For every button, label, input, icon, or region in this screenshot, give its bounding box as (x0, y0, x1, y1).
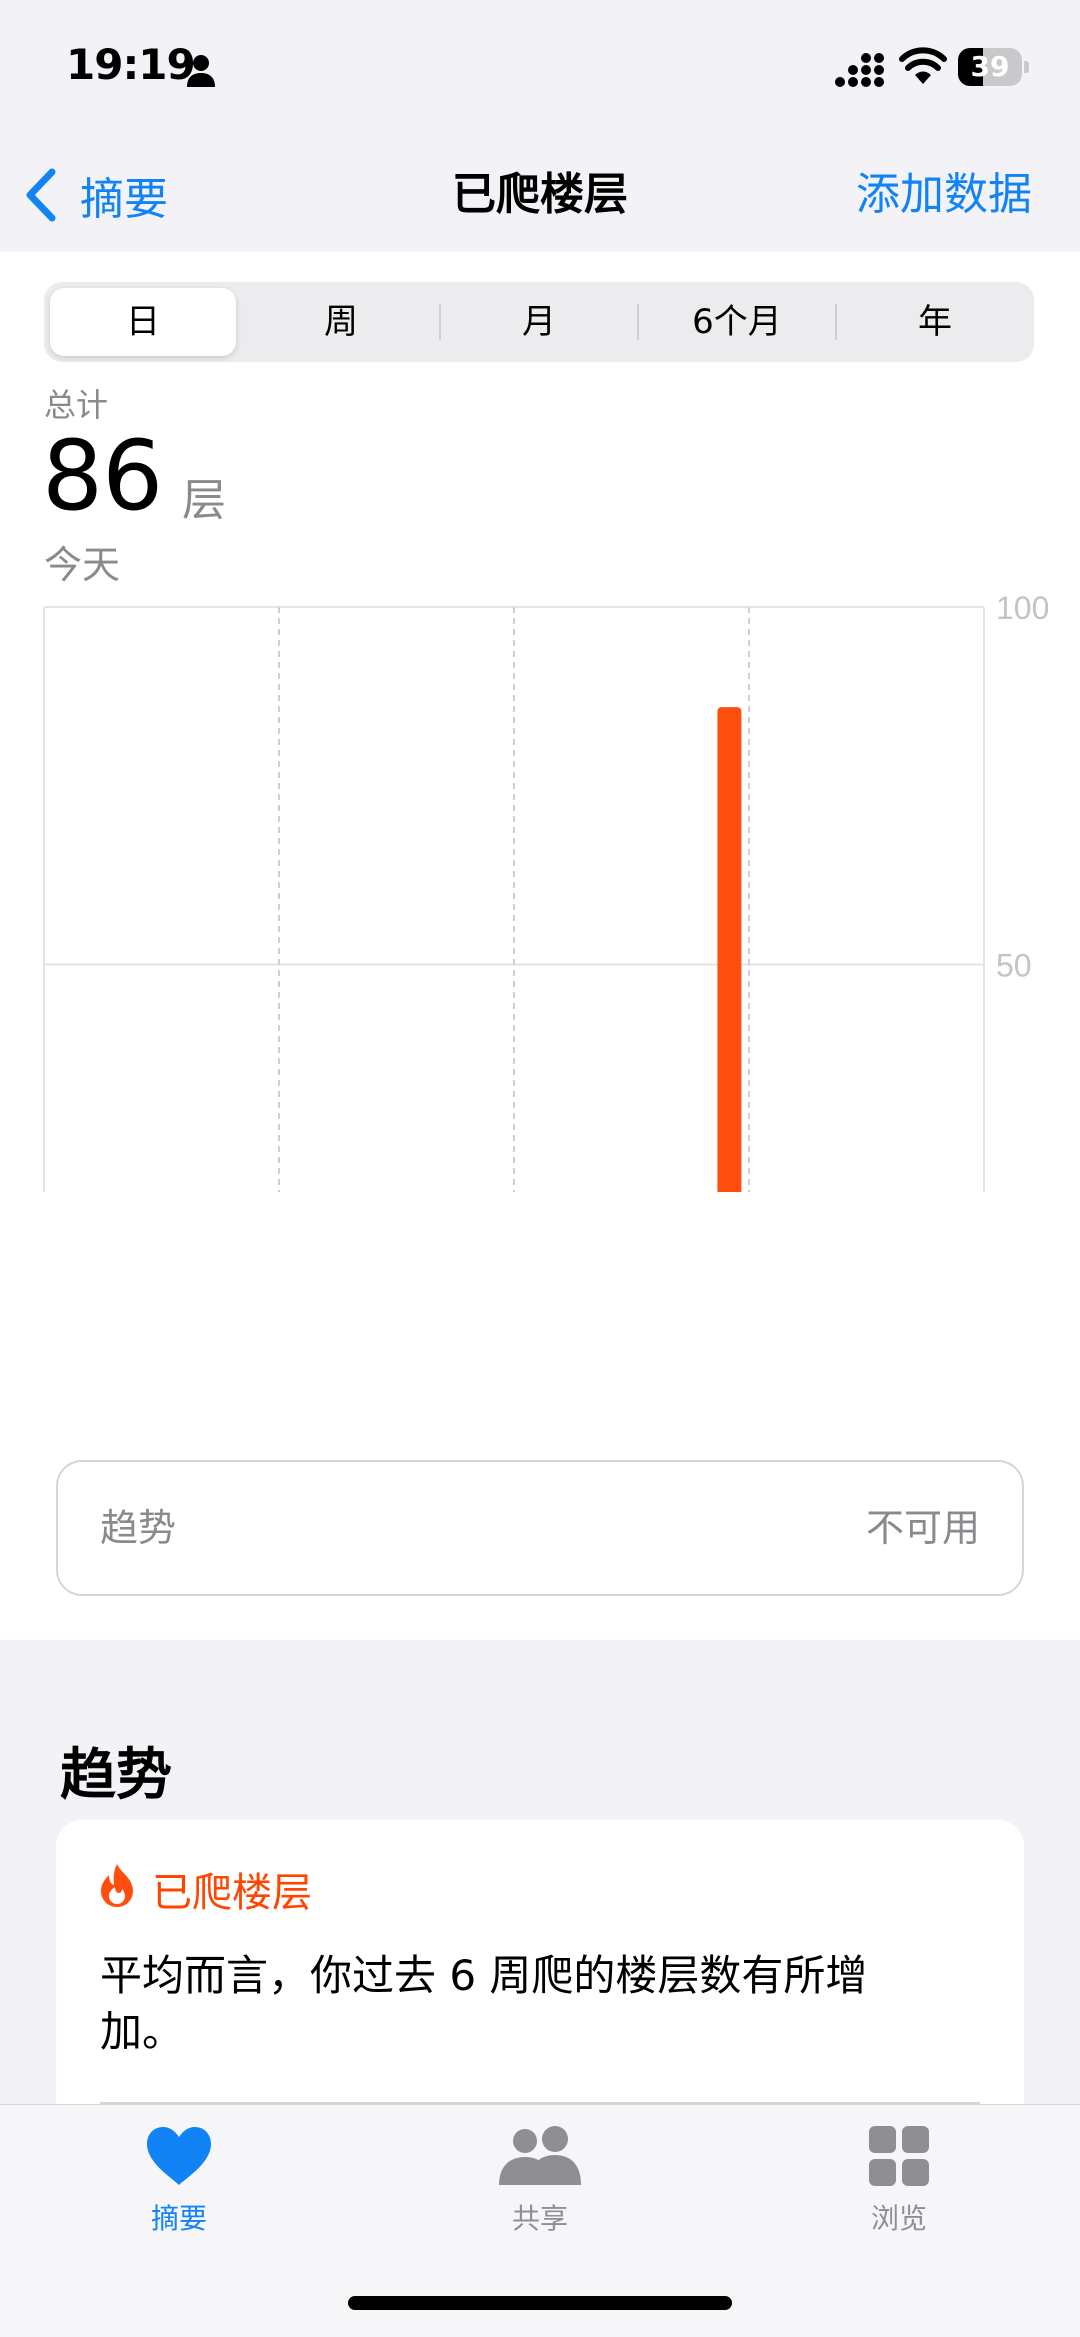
time-range-segmented-control: 日周月 6个月年 (44, 282, 1034, 362)
wifi-icon (899, 47, 947, 84)
total-unit: 层 (182, 475, 226, 526)
tab-browse[interactable]: 浏览 (799, 2125, 999, 2255)
flights-chart[interactable]: 0 时6 时12 时18 时100500 (0, 592, 1080, 1192)
segment-3[interactable]: 6个月 (638, 282, 836, 362)
tab-summary[interactable]: 摘要 (79, 2125, 279, 2255)
people-icon (499, 2126, 581, 2185)
navigation-bar: 摘要 已爬楼层 添加数据 (0, 140, 1080, 252)
tab-sharing-label: 共享 (511, 2202, 568, 2235)
total-value: 86 (42, 420, 163, 532)
add-data-button[interactable]: 添加数据 (856, 160, 1032, 230)
content-panel: 日周月6个月年 总计 86 层 今天 0 时6 时12 时18 时100500 … (0, 252, 1080, 1640)
trends-section-title: 趋势 (60, 1743, 172, 1808)
trend-row-value: 不可用 (865, 1506, 980, 1550)
segment-divider (835, 304, 837, 340)
segment-1[interactable]: 周 (242, 282, 440, 362)
segment-4[interactable]: 年 (836, 282, 1034, 362)
segment-0[interactable]: 日 (50, 288, 236, 356)
flame-icon (101, 1864, 133, 1907)
tab-sharing[interactable]: 共享 (440, 2125, 640, 2255)
person-icon (187, 55, 215, 87)
tab-browse-label: 浏览 (870, 2202, 927, 2235)
battery-icon: 39 (958, 48, 1029, 86)
trend-row-label: 趋势 (100, 1506, 177, 1550)
y-tick-label: 100 (996, 592, 1049, 626)
bar (717, 707, 742, 1192)
segment-divider (637, 304, 639, 340)
trend-card-title: 已爬楼层 (152, 1870, 312, 1916)
status-bar: 19:19 39 (0, 0, 1080, 140)
grid-icon (869, 2126, 929, 2186)
segment-divider (439, 304, 441, 340)
trend-row[interactable]: 趋势 不可用 (56, 1460, 1024, 1596)
segment-2[interactable]: 月 (440, 282, 638, 362)
date-label: 今天 (44, 543, 121, 587)
y-tick-label: 50 (996, 948, 1032, 984)
signal-icon (835, 53, 884, 87)
home-indicator (348, 2296, 732, 2310)
battery-level: 39 (970, 50, 1010, 83)
trend-card-text: 平均而言，你过去 6 周爬的楼层数有所增加。 (100, 1951, 868, 2056)
heart-icon (147, 2127, 211, 2185)
status-time: 19:19 (66, 40, 196, 89)
tab-summary-label: 摘要 (150, 2202, 207, 2235)
